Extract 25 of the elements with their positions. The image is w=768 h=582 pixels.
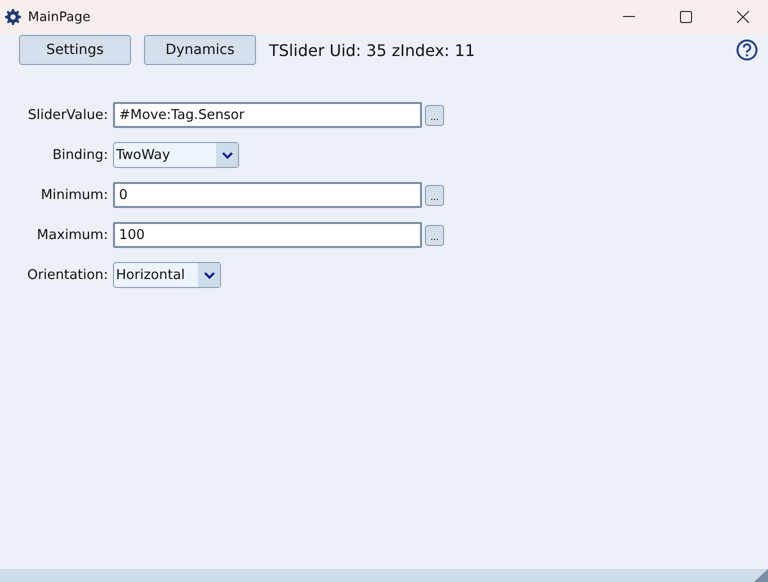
browse-button[interactable]: ... — [425, 224, 444, 246]
input-field[interactable]: #Move:Tag.Sensor — [113, 102, 422, 128]
window-title: MainPage — [28, 10, 92, 24]
close-icon — [737, 11, 749, 23]
browse-button[interactable]: ... — [425, 104, 444, 126]
tab-button[interactable]: Dynamics — [144, 35, 256, 65]
input-field[interactable]: 100 — [113, 222, 422, 248]
field-label: SliderValue: — [26, 107, 108, 123]
chevron-down-icon — [222, 152, 232, 158]
field-label: Maximum: — [36, 227, 108, 243]
object-info: TSlider Uid: 35 zIndex: 11 — [269, 40, 476, 60]
tab-button[interactable]: Settings — [19, 35, 131, 65]
field-label: Orientation: — [26, 267, 108, 283]
help-icon[interactable] — [736, 39, 758, 61]
field-label: Binding: — [51, 147, 108, 163]
browse-button[interactable]: ... — [425, 184, 444, 206]
resize-grip-icon — [754, 569, 768, 582]
maximize-icon — [680, 11, 692, 23]
field-label: Minimum: — [40, 187, 108, 203]
input-field[interactable]: 0 — [113, 182, 422, 208]
dropdown[interactable]: TwoWay — [113, 142, 239, 168]
minimize-icon — [623, 16, 635, 18]
chevron-down-icon — [204, 272, 214, 278]
dropdown[interactable]: Horizontal — [113, 262, 221, 288]
gear-icon — [5, 9, 21, 25]
